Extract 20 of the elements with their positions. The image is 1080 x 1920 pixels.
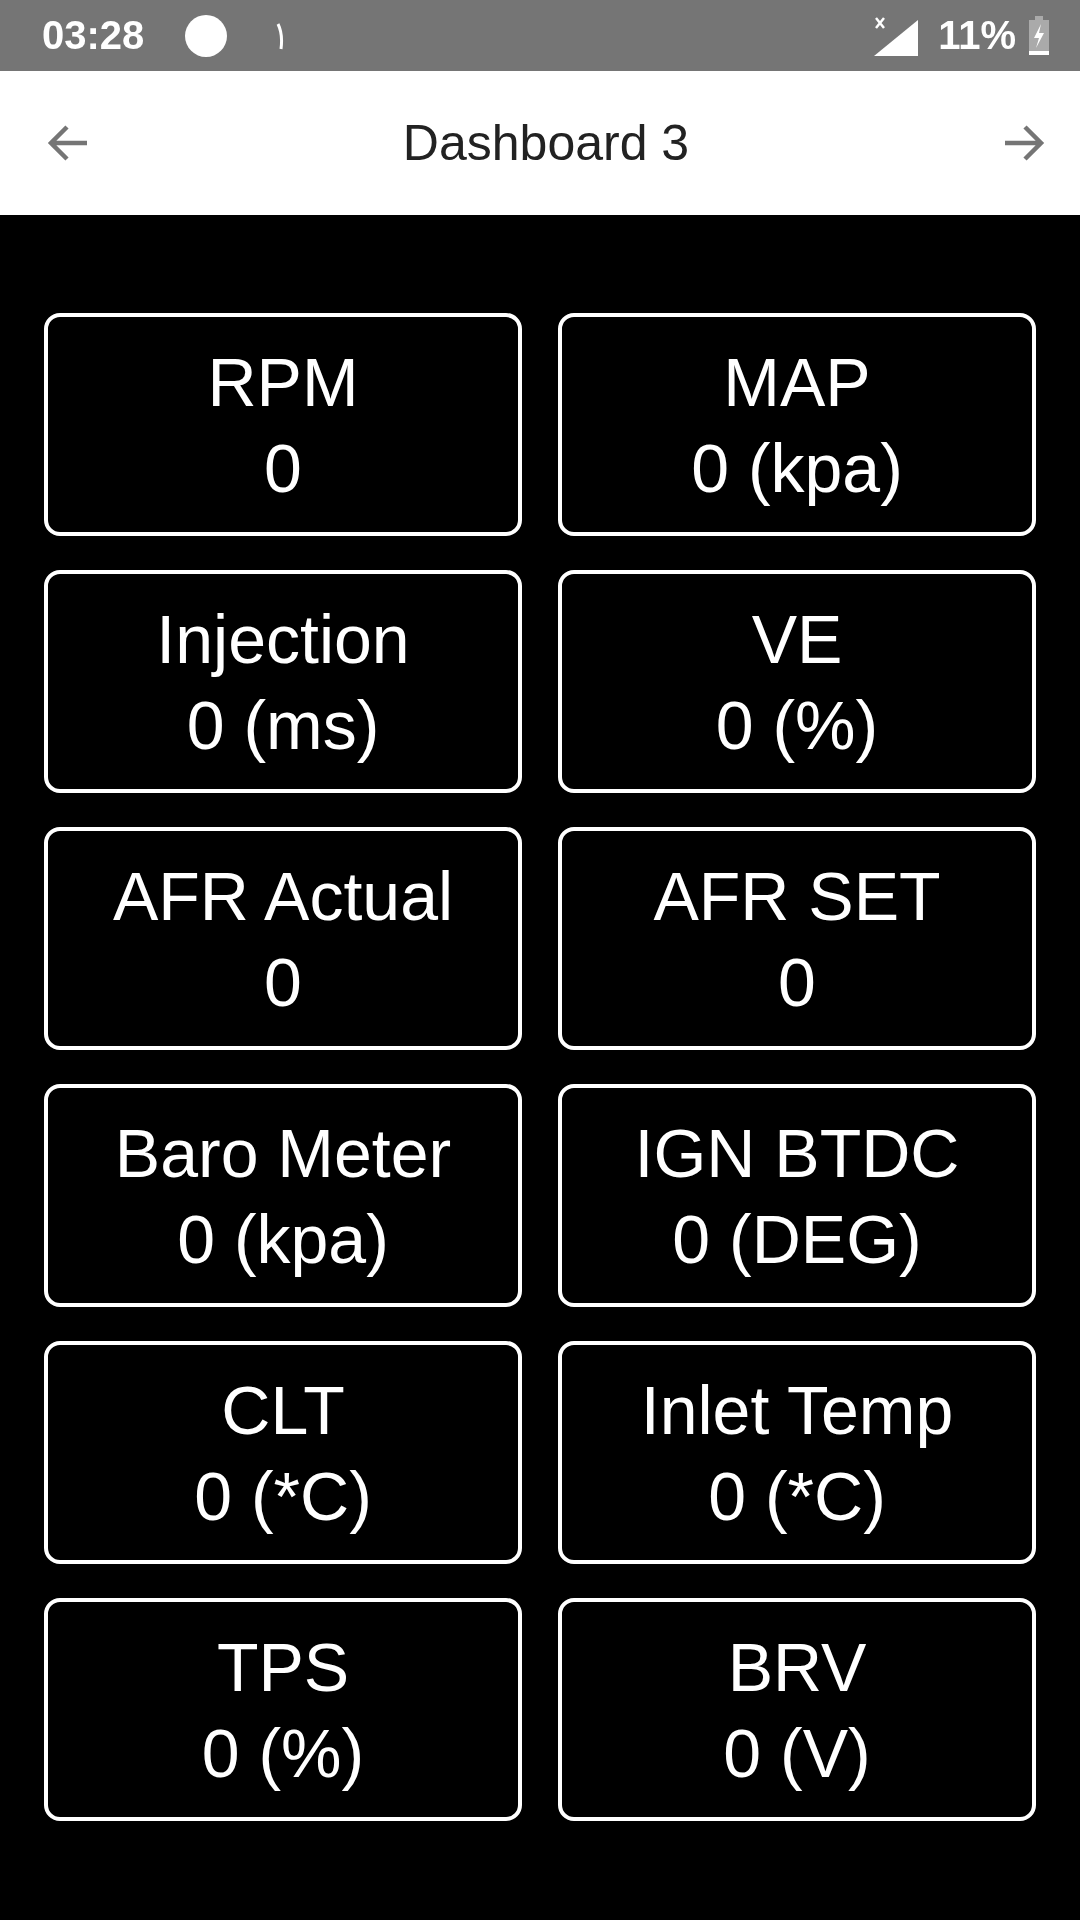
gauge-label: AFR SET	[653, 861, 941, 930]
clock: 03:28	[42, 13, 145, 58]
gauge-label: CLT	[221, 1375, 345, 1444]
notification-dot-icon	[184, 13, 229, 58]
gauge-label: RPM	[207, 347, 359, 416]
gauge-value: 0	[264, 947, 302, 1016]
gauge-label: BRV	[727, 1632, 867, 1701]
screen-title: Dashboard 3	[402, 114, 690, 172]
signal-icon	[872, 15, 919, 56]
gauge-label: Baro Meter	[114, 1118, 452, 1187]
gauge-label: AFR Actual	[112, 861, 454, 930]
gauge-label: IGN BTDC	[634, 1118, 960, 1187]
notification-icon	[276, 21, 285, 50]
gauge-value: 0	[264, 433, 302, 502]
battery-percent: 11%	[938, 13, 1016, 58]
battery-icon	[1028, 15, 1050, 56]
gauge-label: VE	[751, 604, 843, 673]
gauge-label: MAP	[723, 347, 871, 416]
gauge-label: TPS	[216, 1632, 350, 1701]
gauge-value: 0	[778, 947, 816, 1016]
